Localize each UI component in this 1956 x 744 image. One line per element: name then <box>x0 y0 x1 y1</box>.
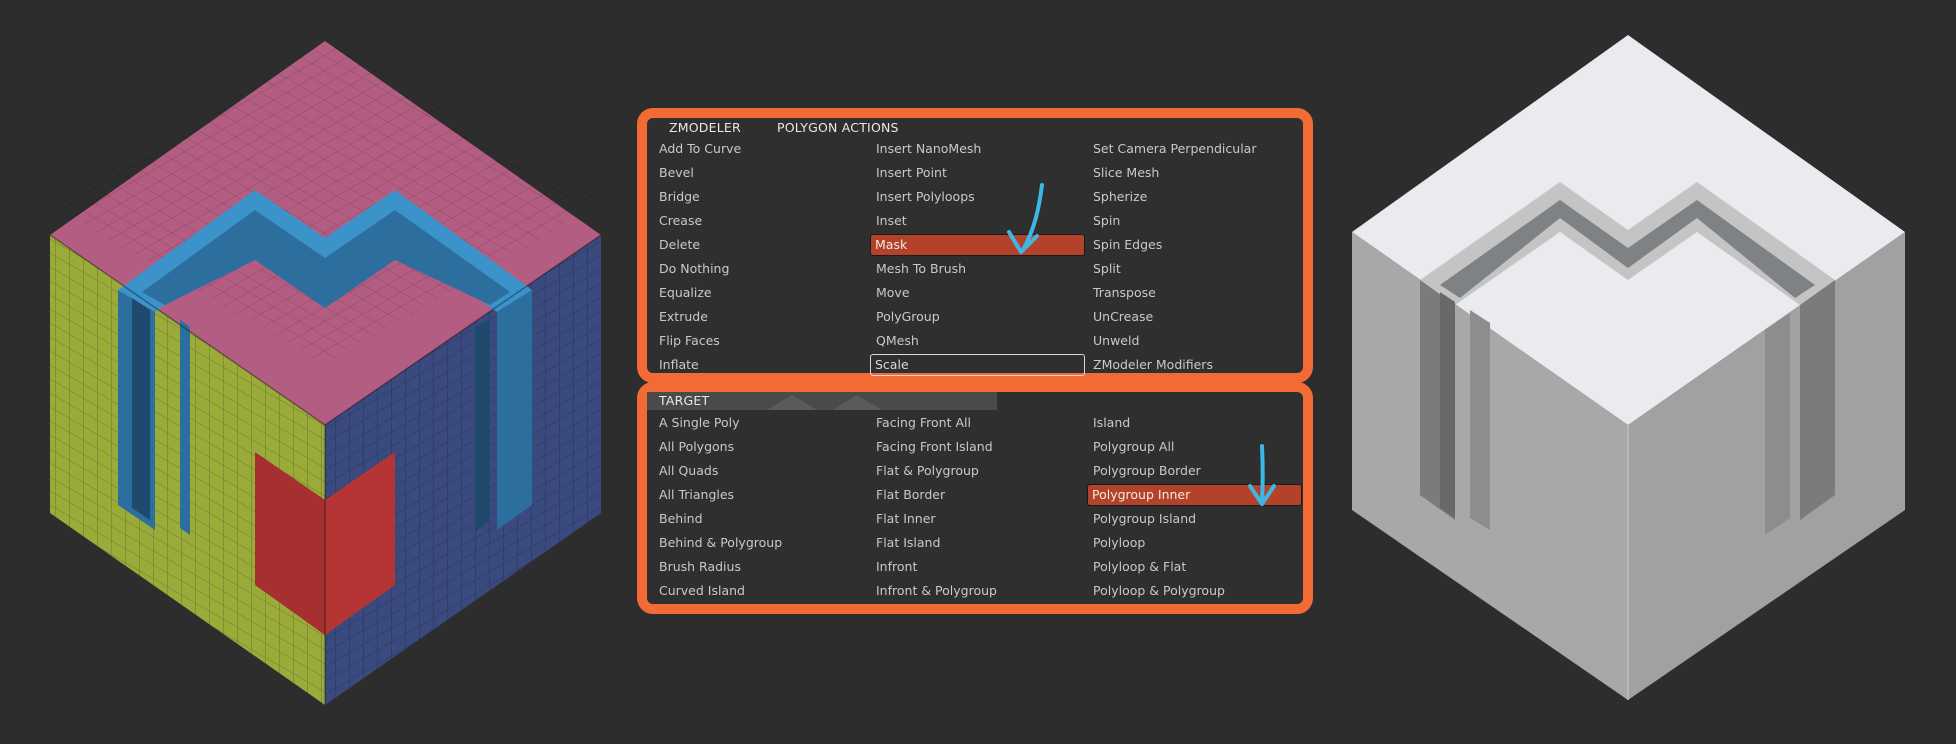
target-title: TARGET <box>659 393 710 408</box>
menu-item-polygroup[interactable]: PolyGroup <box>870 306 1085 328</box>
arrow-pointer-icon <box>1007 183 1044 254</box>
menu-item-inflate[interactable]: Inflate <box>653 354 868 376</box>
menu-item-crease[interactable]: Crease <box>653 210 868 232</box>
menu-item-flat-island[interactable]: Flat Island <box>870 532 1085 554</box>
menu-item-brush-radius[interactable]: Brush Radius <box>653 556 868 578</box>
menu-item-zmodeler-modifiers[interactable]: ZModeler Modifiers <box>1087 354 1302 376</box>
menu-item-behind-and-polygroup[interactable]: Behind & Polygroup <box>653 532 868 554</box>
menu-item-bridge[interactable]: Bridge <box>653 186 868 208</box>
menu-item-delete[interactable]: Delete <box>653 234 868 256</box>
menu-item-facing-front-island[interactable]: Facing Front Island <box>870 436 1085 458</box>
menu-item-mesh-to-brush[interactable]: Mesh To Brush <box>870 258 1085 280</box>
menu-item-polyloop[interactable]: Polyloop <box>1087 532 1302 554</box>
menu-item-all-triangles[interactable]: All Triangles <box>653 484 868 506</box>
menu-item-uncrease[interactable]: UnCrease <box>1087 306 1302 328</box>
menu-item-move[interactable]: Move <box>870 282 1085 304</box>
menu-item-insert-nanomesh[interactable]: Insert NanoMesh <box>870 138 1085 160</box>
target-panel: TARGET A Single Poly All Polygons All Quad… <box>637 382 1313 614</box>
menu-item-polyloop-and-flat[interactable]: Polyloop & Flat <box>1087 556 1302 578</box>
menu-item-island[interactable]: Island <box>1087 412 1302 434</box>
menu-item-transpose[interactable]: Transpose <box>1087 282 1302 304</box>
menu-item-polyloop-and-polygroup[interactable]: Polyloop & Polygroup <box>1087 580 1302 602</box>
menu-item-flat-border[interactable]: Flat Border <box>870 484 1085 506</box>
menu-item-extrude[interactable]: Extrude <box>653 306 868 328</box>
menu-item-slice-mesh[interactable]: Slice Mesh <box>1087 162 1302 184</box>
menu-item-behind[interactable]: Behind <box>653 508 868 530</box>
tab-zmodeler[interactable]: ZMODELER <box>669 120 741 135</box>
menu-item-spin-edges[interactable]: Spin Edges <box>1087 234 1302 256</box>
menu-item-unweld[interactable]: Unweld <box>1087 330 1302 352</box>
menu-item-flat-inner[interactable]: Flat Inner <box>870 508 1085 530</box>
menu-item-curved-island[interactable]: Curved Island <box>653 580 868 602</box>
menu-item-spherize[interactable]: Spherize <box>1087 186 1302 208</box>
menu-item-set-camera-perpendicular[interactable]: Set Camera Perpendicular <box>1087 138 1302 160</box>
target-header-bar: TARGET <box>647 392 997 410</box>
zmodeler-panel: ZMODELER POLYGON ACTIONS Add To Curve Bev… <box>637 108 1313 383</box>
menu-item-equalize[interactable]: Equalize <box>653 282 868 304</box>
menu-item-qmesh[interactable]: QMesh <box>870 330 1085 352</box>
menu-item-split[interactable]: Split <box>1087 258 1302 280</box>
menu-item-infront[interactable]: Infront <box>870 556 1085 578</box>
menu-item-all-polygons[interactable]: All Polygons <box>653 436 868 458</box>
menu-item-spin[interactable]: Spin <box>1087 210 1302 232</box>
menu-item-scale[interactable]: Scale <box>870 354 1085 376</box>
tab-polygon-actions[interactable]: POLYGON ACTIONS <box>777 120 899 135</box>
menu-item-infront-and-polygroup[interactable]: Infront & Polygroup <box>870 580 1085 602</box>
colored-cube <box>45 41 605 705</box>
menu-item-all-quads[interactable]: All Quads <box>653 460 868 482</box>
arrow-pointer-icon <box>1248 444 1276 506</box>
white-cube <box>1352 35 1905 700</box>
menu-item-do-nothing[interactable]: Do Nothing <box>653 258 868 280</box>
menu-item-flip-faces[interactable]: Flip Faces <box>653 330 868 352</box>
menu-item-a-single-poly[interactable]: A Single Poly <box>653 412 868 434</box>
menu-item-bevel[interactable]: Bevel <box>653 162 868 184</box>
menu-item-add-to-curve[interactable]: Add To Curve <box>653 138 868 160</box>
menu-item-facing-front-all[interactable]: Facing Front All <box>870 412 1085 434</box>
menu-item-flat-and-polygroup[interactable]: Flat & Polygroup <box>870 460 1085 482</box>
